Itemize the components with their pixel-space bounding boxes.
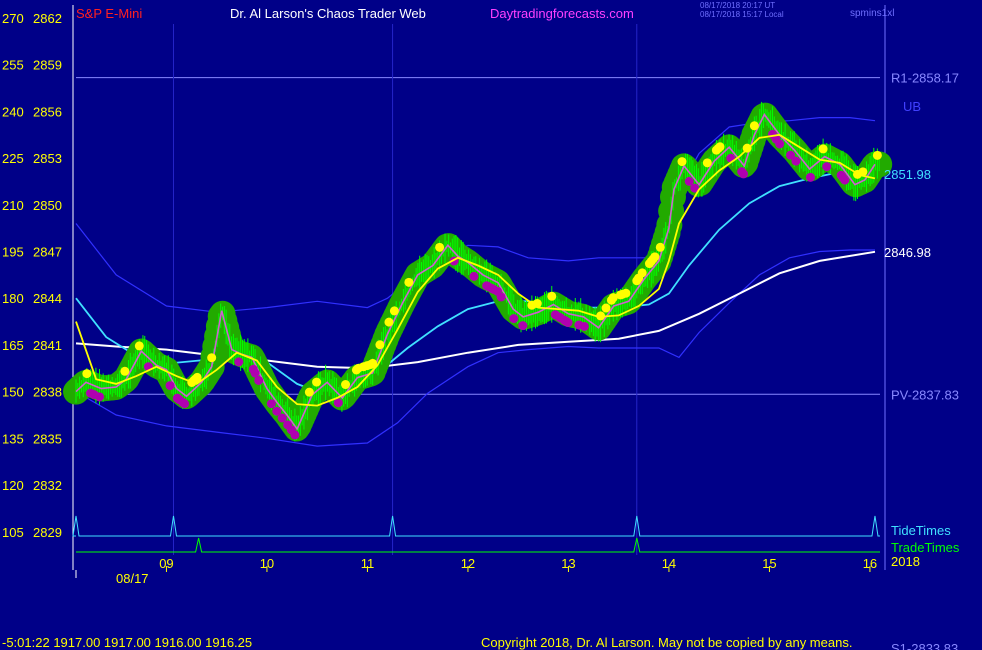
date-label: 08/17 — [116, 571, 149, 586]
chaos-trader-chart: R1-2858.17 PV-2837.83 270 2862 255 2859 240 28… — [0, 0, 982, 650]
y-tick-alt: 120 — [2, 478, 24, 493]
swing-low-dot — [563, 318, 573, 328]
year-label: 2018 — [891, 554, 920, 569]
swing-low-dot — [840, 175, 850, 185]
swing-high-dot — [384, 317, 394, 327]
y-tick-price: 2835 — [33, 431, 62, 446]
swing-high-dot — [702, 158, 712, 168]
swing-low-dot — [180, 399, 190, 409]
y-tick-alt: 270 — [2, 11, 24, 26]
x-tick-label: 12 — [461, 556, 475, 571]
swing-low-dot — [165, 381, 175, 391]
swing-low-dot — [775, 139, 785, 149]
swing-high-dot — [435, 242, 445, 252]
swing-high-dot — [637, 268, 647, 278]
swing-low-dot — [95, 392, 105, 402]
swing-high-dot — [304, 387, 314, 397]
swing-high-dot — [601, 303, 611, 313]
swing-low-dot — [290, 430, 300, 440]
y-tick-alt: 180 — [2, 291, 24, 306]
y-tick-price: 2838 — [33, 385, 62, 400]
y-tick-alt: 105 — [2, 525, 24, 540]
x-tick-label: 14 — [662, 556, 676, 571]
y-tick-price: 2847 — [33, 245, 62, 260]
y-tick-price: 2859 — [33, 58, 62, 73]
swing-low-dot — [496, 292, 506, 302]
swing-high-dot — [749, 121, 759, 131]
y-tick-alt: 195 — [2, 245, 24, 260]
y-tick-price: 2832 — [33, 478, 62, 493]
swing-high-dot — [389, 306, 399, 316]
x-tick-label: 09 — [159, 556, 173, 571]
swing-high-dot — [134, 341, 144, 351]
site-link[interactable]: Daytradingforecasts.com — [490, 6, 634, 21]
y-tick-alt: 255 — [2, 58, 24, 73]
swing-low-dot — [791, 156, 801, 166]
y-tick-alt: 210 — [2, 198, 24, 213]
chart-title: Dr. Al Larson's Chaos Trader Web — [230, 6, 426, 21]
swing-low-dot — [509, 314, 519, 324]
swing-high-dot — [312, 377, 322, 387]
swing-high-dot — [650, 252, 660, 262]
y-tick-alt: 225 — [2, 151, 24, 166]
status-readout: -5:01:22 1917.00 1917.00 1916.00 1916.25 — [2, 635, 252, 650]
level-label: R1-2858.17 — [891, 71, 959, 86]
chart-id: spmins1xl — [850, 8, 894, 19]
swing-low-dot — [234, 357, 244, 367]
swing-high-dot — [677, 157, 687, 167]
swing-low-dot — [518, 321, 528, 331]
chart-window: R1-2858.17 PV-2837.83 270 2862 255 2859 240 28… — [0, 0, 982, 650]
swing-high-dot — [207, 353, 217, 363]
x-tick-label: 15 — [762, 556, 776, 571]
swing-high-dot — [715, 142, 725, 152]
y-tick-alt: 135 — [2, 431, 24, 446]
y-tick-price: 2850 — [33, 198, 62, 213]
instrument-label: S&P E-Mini — [76, 6, 142, 21]
swing-high-dot — [82, 369, 92, 379]
level-label: PV-2837.83 — [891, 387, 959, 402]
s1-level-label: S1-2833.83 — [891, 641, 958, 650]
y-tick-alt: 240 — [2, 104, 24, 119]
swing-high-dot — [375, 340, 385, 350]
swing-low-dot — [739, 169, 749, 179]
swing-low-dot — [469, 271, 479, 281]
copyright-notice: Copyright 2018, Dr. Al Larson. May not b… — [481, 635, 852, 650]
timestamp-ut: 08/17/2018 20:17 UT — [700, 1, 775, 10]
swing-high-dot — [621, 288, 631, 298]
y-tick-price: 2829 — [33, 525, 62, 540]
swing-low-dot — [579, 321, 589, 331]
x-tick-label: 13 — [561, 556, 575, 571]
swing-high-dot — [547, 291, 557, 301]
upper-band-label: UB — [903, 99, 921, 114]
y-tick-price: 2844 — [33, 291, 62, 306]
x-tick-label: 11 — [361, 556, 375, 571]
swing-low-dot — [805, 172, 815, 182]
y-tick-price: 2841 — [33, 338, 62, 353]
y-tick-price: 2856 — [33, 104, 62, 119]
y-tick-alt: 150 — [2, 385, 24, 400]
x-tick-label: 16 — [863, 556, 877, 571]
timestamp-local: 08/17/2018 15:17 Local — [700, 10, 784, 19]
swing-low-dot — [266, 399, 276, 409]
tide-times-label: TideTimes — [891, 523, 951, 538]
trade-times-label: TradeTimes — [891, 540, 960, 555]
swing-low-dot — [822, 162, 832, 172]
swing-low-dot — [254, 376, 264, 386]
y-tick-price: 2853 — [33, 151, 62, 166]
x-tick-label: 10 — [260, 556, 274, 571]
swing-high-dot — [655, 242, 665, 252]
swing-high-dot — [818, 144, 828, 154]
swing-high-dot — [404, 277, 414, 287]
swing-high-dot — [120, 366, 130, 376]
y-tick-alt: 165 — [2, 338, 24, 353]
y-tick-price: 2862 — [33, 11, 62, 26]
swing-high-dot — [341, 380, 351, 390]
medium-average-value: 2851.98 — [884, 167, 931, 182]
swing-high-dot — [872, 150, 882, 160]
slow-average-value: 2846.98 — [884, 245, 931, 260]
